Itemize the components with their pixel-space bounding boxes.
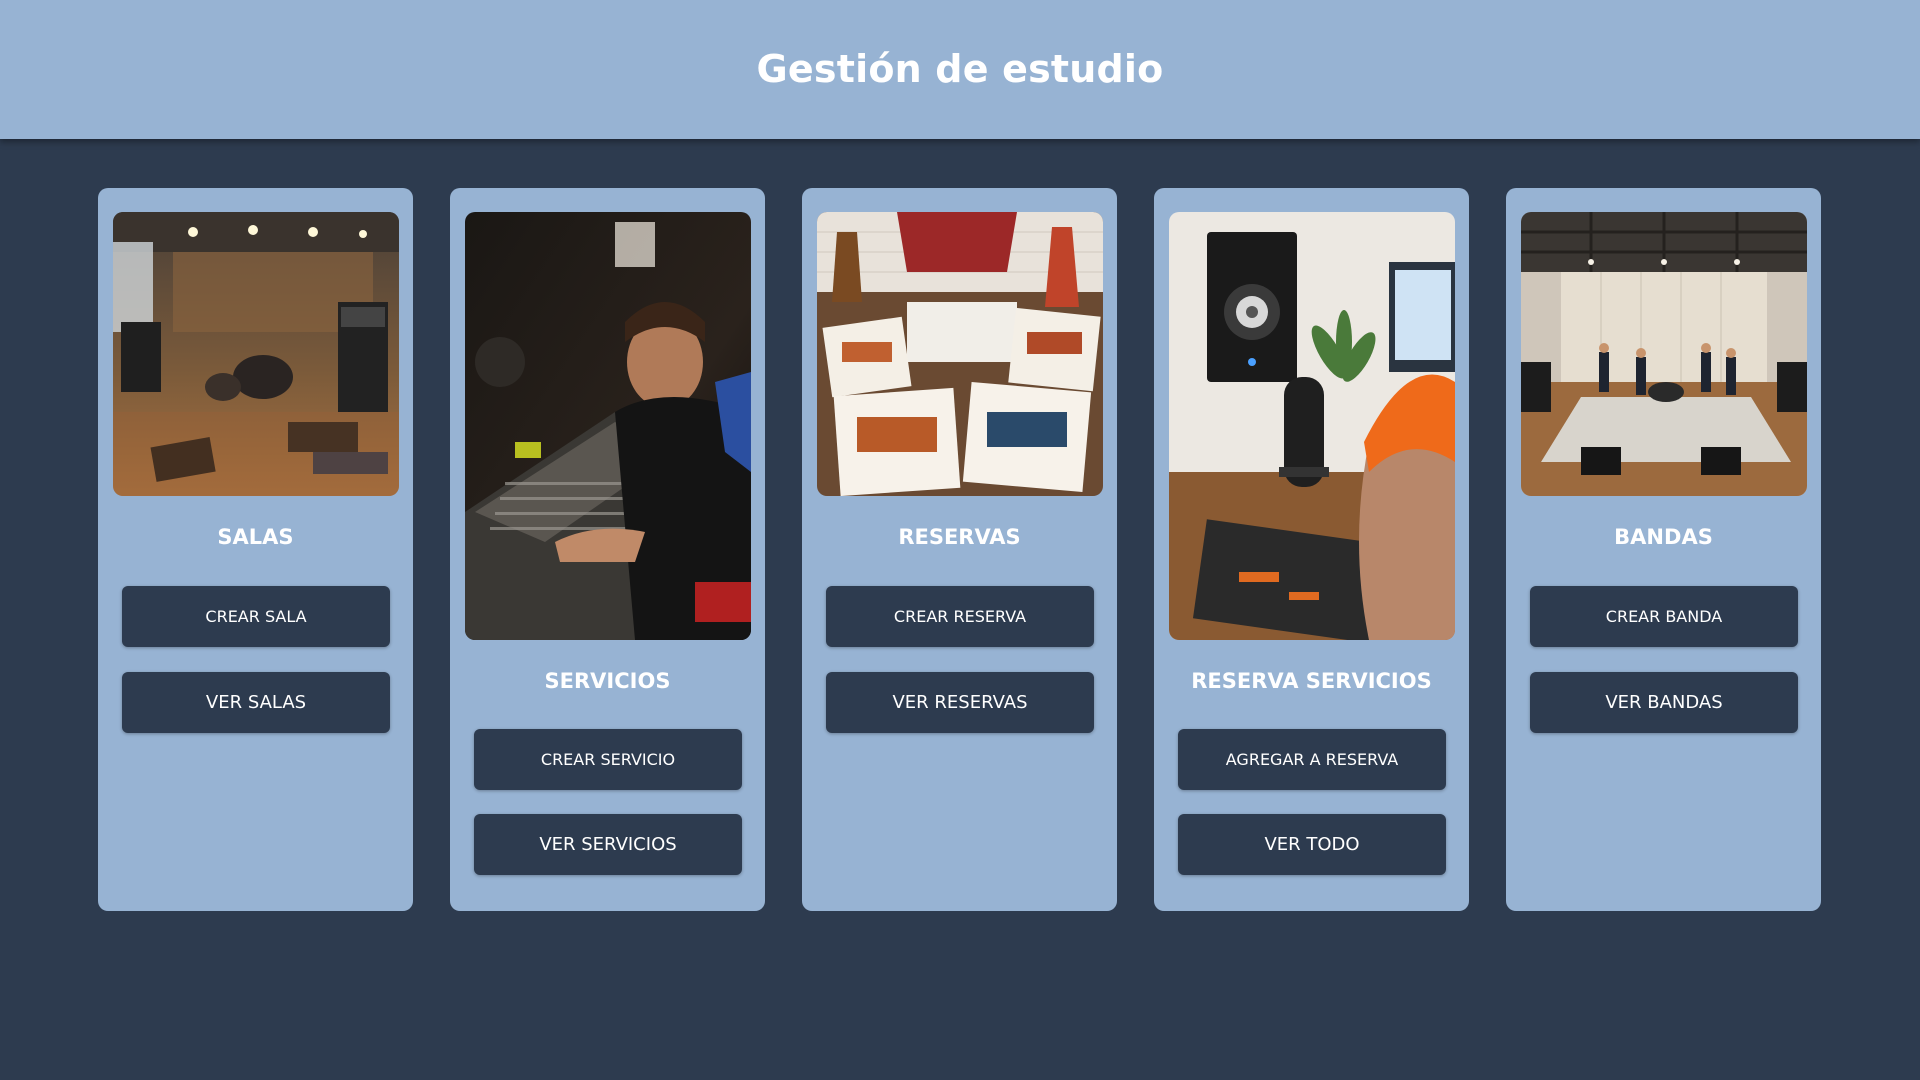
card-reserva-servicios: RESERVA SERVICIOS AGREGAR A RESERVA VER …: [1154, 188, 1469, 911]
card-title: BANDAS: [1614, 525, 1713, 549]
booking-papers-image: [817, 212, 1103, 496]
rehearsal-room-image: [113, 212, 399, 496]
card-title: SALAS: [217, 525, 294, 549]
card-title: SERVICIOS: [544, 669, 671, 693]
card-salas: SALAS CREAR SALA VER SALAS: [98, 188, 413, 911]
page-title: Gestión de estudio: [756, 46, 1164, 91]
ver-reservas-button[interactable]: VER RESERVAS: [826, 672, 1094, 733]
ver-salas-button[interactable]: VER SALAS: [122, 672, 390, 733]
band-playing-image: [1521, 212, 1807, 496]
ver-bandas-button[interactable]: VER BANDAS: [1530, 672, 1798, 733]
card-bandas: BANDAS CREAR BANDA VER BANDAS: [1506, 188, 1821, 911]
card-reservas: RESERVAS CREAR RESERVA VER RESERVAS: [802, 188, 1117, 911]
sound-engineer-image: [465, 212, 751, 640]
page-header: Gestión de estudio: [0, 0, 1920, 139]
card-title: RESERVAS: [898, 525, 1021, 549]
card-title: RESERVA SERVICIOS: [1191, 669, 1432, 693]
crear-banda-button[interactable]: CREAR BANDA: [1530, 586, 1798, 647]
crear-servicio-button[interactable]: CREAR SERVICIO: [474, 729, 742, 790]
agregar-a-reserva-button[interactable]: AGREGAR A RESERVA: [1178, 729, 1446, 790]
card-servicios: SERVICIOS CREAR SERVICIO VER SERVICIOS: [450, 188, 765, 911]
crear-reserva-button[interactable]: CREAR RESERVA: [826, 586, 1094, 647]
home-studio-image: [1169, 212, 1455, 640]
ver-todo-button[interactable]: VER TODO: [1178, 814, 1446, 875]
ver-servicios-button[interactable]: VER SERVICIOS: [474, 814, 742, 875]
crear-sala-button[interactable]: CREAR SALA: [122, 586, 390, 647]
